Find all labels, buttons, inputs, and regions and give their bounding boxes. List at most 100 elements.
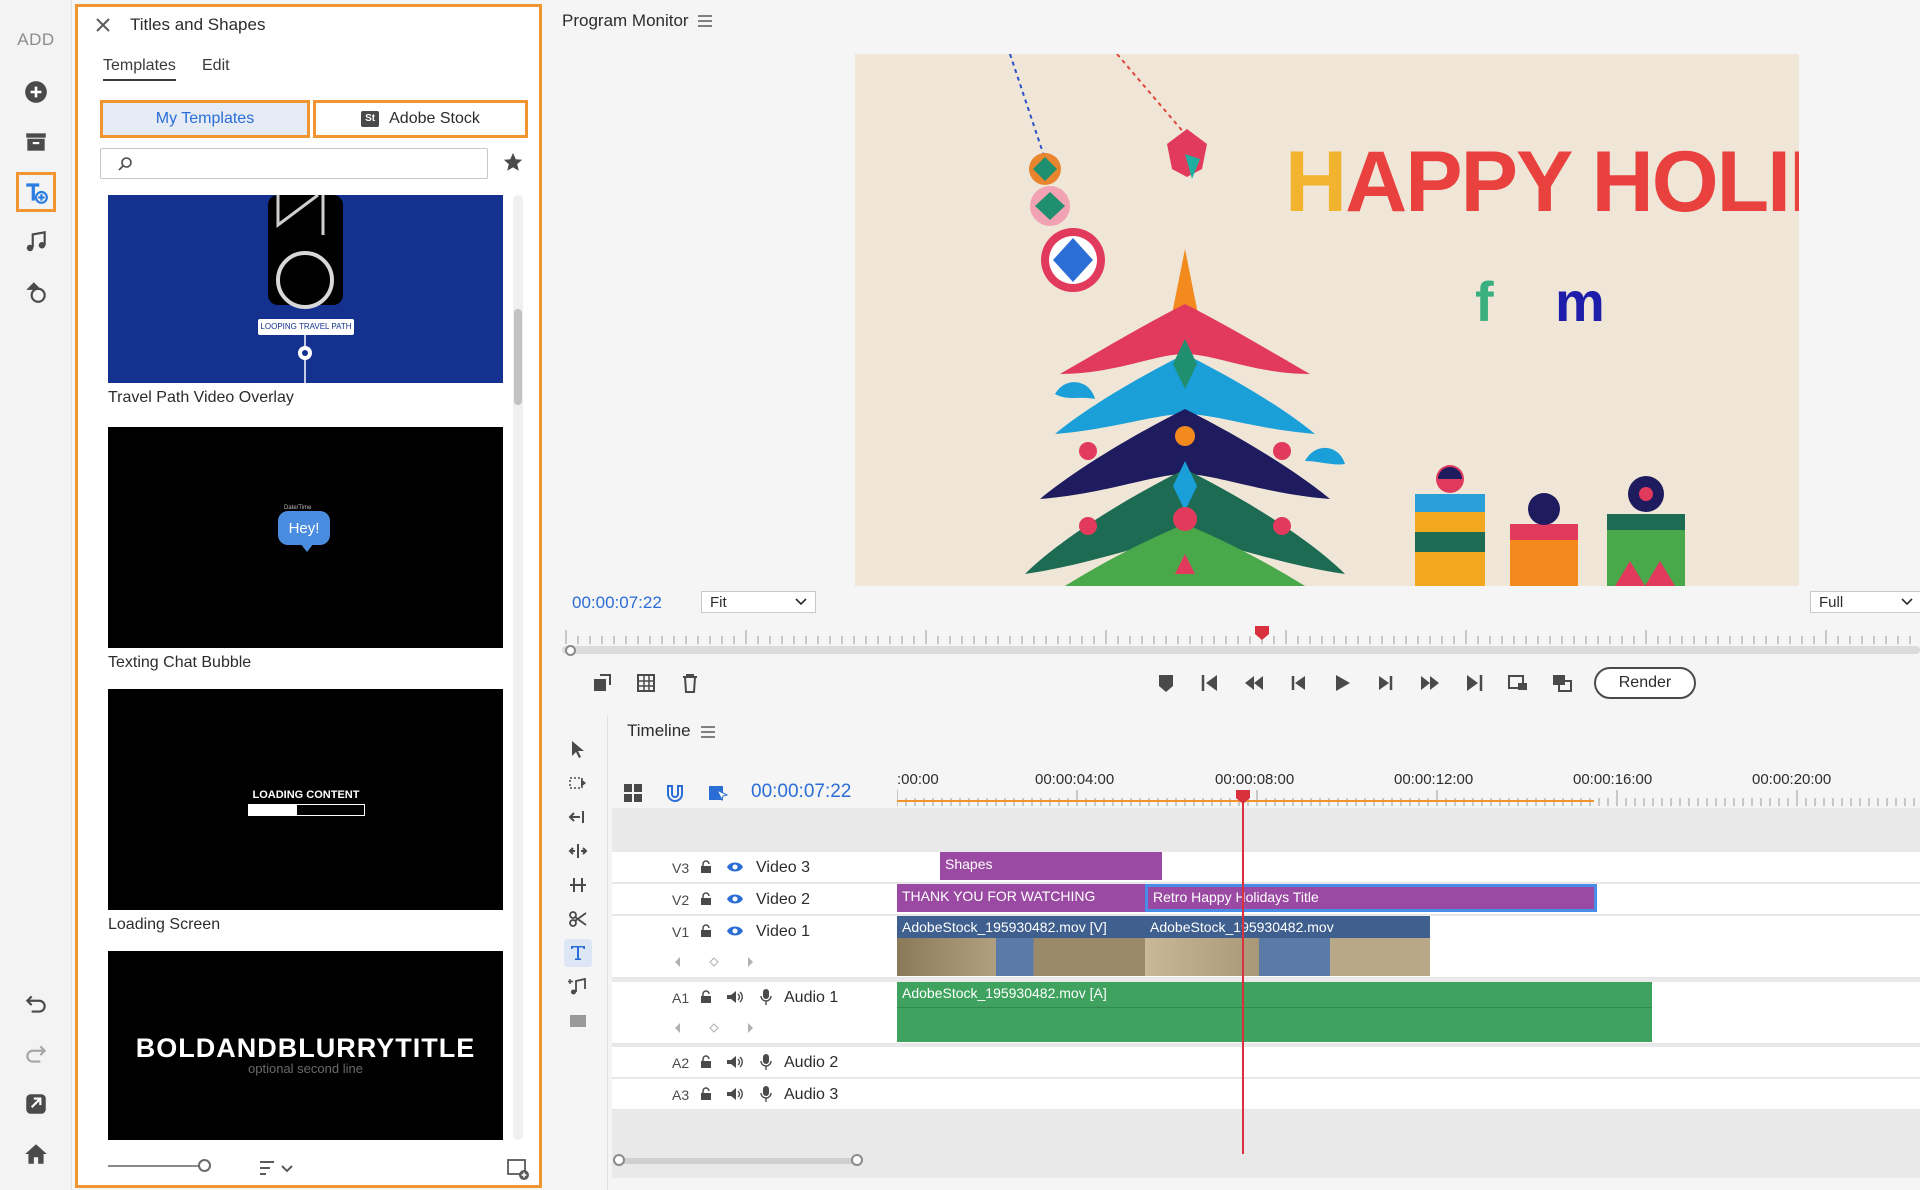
favorites-star-icon[interactable] <box>502 151 524 173</box>
undo-button[interactable] <box>16 984 56 1024</box>
go-to-in-button[interactable] <box>1196 669 1224 697</box>
sort-button[interactable] <box>258 1157 298 1179</box>
track-id: A2 <box>672 1055 690 1071</box>
export-frame-button[interactable] <box>632 669 660 697</box>
titles-and-shapes-panel: Titles and Shapes Templates Edit My Temp… <box>75 4 542 1188</box>
snap-button[interactable] <box>664 782 686 804</box>
track-row-v2[interactable]: V2 Video 2 THANK YOU FOR WATCHING Retro … <box>612 884 1920 915</box>
track-header: A3 Audio 3 <box>612 1079 897 1109</box>
rectangle-tool[interactable] <box>564 1007 592 1035</box>
timeline-clip-video-a[interactable]: AdobeStock_195930482.mov [V] <box>897 916 1145 976</box>
template-thumbnail: LOADING CONTENT <box>108 689 503 910</box>
track-select-tool[interactable] <box>564 769 592 797</box>
timeline-ruler-ticks[interactable] <box>897 790 1920 806</box>
template-card-bold-blurry[interactable]: BOLDANDBLURRYTITLE optional second line <box>108 951 503 1140</box>
export-frame-camera-button[interactable] <box>1504 669 1532 697</box>
search-input[interactable] <box>143 153 473 175</box>
template-card-chat-bubble[interactable]: Date/Time Hey! Texting Chat Bubble <box>108 427 503 672</box>
program-monitor-playhead[interactable] <box>1255 626 1269 640</box>
step-back-button[interactable] <box>1284 669 1312 697</box>
track-row-a1[interactable]: A1 Audio 1 AdobeStock_195930482.mov [A] <box>612 982 1920 1044</box>
audio-tool[interactable] <box>564 973 592 1001</box>
search-field[interactable] <box>100 148 488 179</box>
fast-forward-button[interactable] <box>1416 669 1444 697</box>
template-card-travel-path[interactable]: LOOPING TRAVEL PATH Travel Path Video Ov… <box>108 195 503 407</box>
track-header: V3 Video 3 <box>612 852 897 882</box>
track-id: V2 <box>672 892 690 908</box>
tab-templates[interactable]: Templates <box>103 57 176 81</box>
program-monitor-scrollbar[interactable] <box>562 646 1920 654</box>
hamburger-menu-icon[interactable] <box>698 14 712 27</box>
redo-button[interactable] <box>16 1034 56 1074</box>
music-button[interactable] <box>16 222 56 262</box>
timeline-playhead-handle[interactable] <box>1236 790 1250 804</box>
rolling-edit-tool[interactable] <box>564 837 592 865</box>
lift-button[interactable] <box>588 669 616 697</box>
tab-edit[interactable]: Edit <box>202 57 230 79</box>
my-templates-button[interactable]: My Templates <box>100 100 310 138</box>
play-button[interactable] <box>1328 669 1356 697</box>
track-header: A2 Audio 2 <box>612 1047 897 1077</box>
slip-tool[interactable] <box>564 871 592 899</box>
lock-icon <box>701 924 711 937</box>
fit-dropdown[interactable]: Fit <box>701 591 816 613</box>
new-item-button[interactable] <box>506 1157 530 1181</box>
linked-selection-button[interactable] <box>707 782 729 804</box>
compare-view-button[interactable] <box>1548 669 1576 697</box>
program-monitor-title: Program Monitor <box>562 11 689 30</box>
program-monitor-scroll-knob[interactable] <box>565 645 576 656</box>
track-row-v3[interactable]: V3 Video 3 Shapes <box>612 852 1920 883</box>
timeline-scrollbar[interactable] <box>617 1158 857 1164</box>
fast-forward-icon <box>1421 676 1439 690</box>
ripple-edit-tool[interactable] <box>564 803 592 831</box>
template-thumbnail: BOLDANDBLURRYTITLE optional second line <box>108 951 503 1140</box>
timeline-timecode[interactable]: 00:00:07:22 <box>751 781 851 803</box>
timeline-display-settings-button[interactable] <box>622 782 644 804</box>
program-monitor-ruler[interactable] <box>562 628 1920 646</box>
media-button[interactable] <box>16 122 56 162</box>
step-forward-button[interactable] <box>1372 669 1400 697</box>
shapes-icon <box>26 282 46 303</box>
home-button[interactable] <box>16 1134 56 1174</box>
razor-tool[interactable] <box>564 905 592 933</box>
lock-icon <box>701 1055 711 1068</box>
track-name: Video 2 <box>756 891 810 908</box>
adobe-stock-button[interactable]: St Adobe Stock <box>313 100 528 138</box>
share-icon <box>26 1094 46 1114</box>
delete-button[interactable] <box>676 669 704 697</box>
timeline-playhead[interactable] <box>1242 790 1244 1154</box>
go-to-out-button[interactable] <box>1460 669 1488 697</box>
track-row-a2[interactable]: A2 Audio 2 <box>612 1047 1920 1078</box>
add-marker-button[interactable] <box>1152 669 1180 697</box>
type-tool[interactable] <box>564 939 592 967</box>
ruler-label: 00:00:04:00 <box>1035 771 1115 788</box>
timeline-scroll-start-knob[interactable] <box>613 1154 625 1166</box>
microphone-icon <box>760 1054 772 1070</box>
track-row-v1[interactable]: V1 Video 1 AdobeStock_195930482.mov [V] … <box>612 916 1920 978</box>
share-button[interactable] <box>16 1084 56 1124</box>
close-icon[interactable] <box>93 15 115 37</box>
thumbnail-size-slider[interactable] <box>108 1165 208 1167</box>
track-header: V1 Video 1 <box>612 916 897 977</box>
shapes-button[interactable] <box>16 272 56 312</box>
render-button[interactable]: Render <box>1594 667 1696 699</box>
clip-label: AdobeStock_195930482.mov [V] <box>897 916 1145 938</box>
playback-quality-dropdown[interactable]: Full <box>1810 591 1920 613</box>
list-scrollbar-thumb[interactable] <box>514 309 522 405</box>
timeline-clip-retro-title[interactable]: Retro Happy Holidays Title <box>1145 884 1597 912</box>
add-media-button[interactable] <box>16 72 56 112</box>
hamburger-menu-icon[interactable] <box>701 725 715 738</box>
eye-icon <box>727 894 743 904</box>
timeline-scroll-end-knob[interactable] <box>851 1154 863 1166</box>
program-timecode[interactable]: 00:00:07:22 <box>572 593 662 613</box>
rewind-button[interactable] <box>1240 669 1268 697</box>
selection-tool[interactable] <box>564 735 592 763</box>
timeline-clip-thank-you[interactable]: THANK YOU FOR WATCHING <box>897 884 1145 912</box>
timeline-clip-shapes[interactable]: Shapes <box>940 852 1162 880</box>
template-card-loading-screen[interactable]: LOADING CONTENT Loading Screen <box>108 689 503 934</box>
timeline-clip-audio[interactable]: AdobeStock_195930482.mov [A] <box>897 982 1652 1042</box>
thumbnail-size-knob[interactable] <box>198 1159 211 1172</box>
titles-button[interactable] <box>16 172 56 212</box>
track-row-a3[interactable]: A3 Audio 3 <box>612 1079 1920 1110</box>
timeline-clip-video-b[interactable]: AdobeStock_195930482.mov <box>1145 916 1430 976</box>
